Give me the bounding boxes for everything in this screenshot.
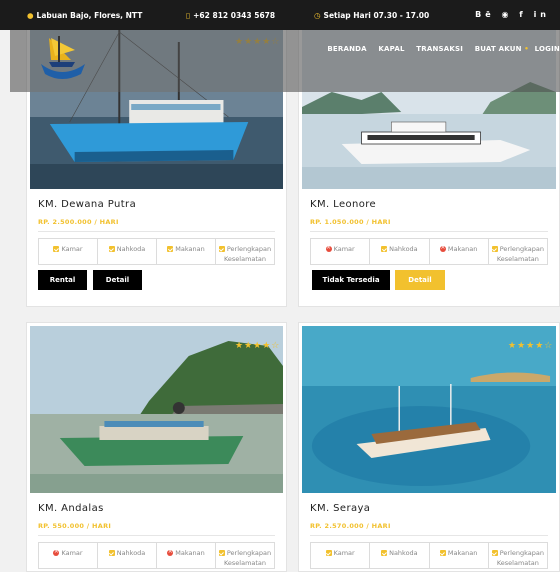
nav-beranda[interactable]: BERANDA bbox=[327, 45, 366, 53]
check-icon bbox=[218, 246, 225, 252]
feature-label: Kamar bbox=[333, 549, 355, 557]
rental-button[interactable]: Rental bbox=[38, 270, 87, 290]
check-icon bbox=[53, 246, 60, 252]
boat-card: ★★★★☆ KM. Seraya RP. 2.570.000 / HARI Ka… bbox=[298, 322, 560, 572]
main-nav: BERANDA KAPAL TRANSAKSI BUAT AKUN • LOGI… bbox=[318, 45, 560, 53]
facebook-icon[interactable]: f bbox=[519, 10, 526, 19]
divider bbox=[38, 231, 275, 232]
cross-icon bbox=[439, 243, 446, 253]
feature-item: Makanan bbox=[157, 543, 216, 568]
nav-buat-akun[interactable]: BUAT AKUN bbox=[475, 45, 522, 53]
dribbble-icon[interactable]: ◉ bbox=[502, 10, 513, 19]
feature-list: Kamar Nahkoda Makanan Perlengkapan Keselamat… bbox=[38, 542, 275, 569]
feature-item: Kamar bbox=[39, 239, 98, 264]
detail-button[interactable]: Detail bbox=[395, 270, 445, 290]
site-logo[interactable] bbox=[35, 34, 89, 86]
feature-label: Makanan bbox=[175, 549, 205, 557]
boat-title: KM. Seraya bbox=[310, 503, 371, 514]
cross-icon bbox=[325, 243, 332, 253]
social-links: Bē ◉ f in bbox=[475, 10, 550, 19]
feature-label: Keselamatan bbox=[223, 255, 267, 263]
feature-item: Nahkoda bbox=[98, 239, 157, 264]
feature-label: Perlengkapan bbox=[226, 245, 272, 253]
map-pin-icon: ● bbox=[27, 11, 34, 20]
feature-label: Nahkoda bbox=[116, 549, 146, 557]
check-icon bbox=[167, 246, 174, 252]
feature-label: Perlengkapan bbox=[499, 245, 545, 253]
divider bbox=[38, 535, 275, 536]
star-rating: ★★★★☆ bbox=[235, 341, 281, 351]
feature-label: Kamar bbox=[333, 245, 355, 253]
feature-item: Makanan bbox=[430, 543, 489, 568]
feature-label: Kamar bbox=[61, 549, 83, 557]
check-icon bbox=[381, 550, 388, 556]
feature-label: Makanan bbox=[175, 245, 205, 253]
divider bbox=[310, 535, 548, 536]
feature-item: Perlengkapan Keselamatan bbox=[489, 239, 547, 264]
clock-icon: ◷ bbox=[314, 11, 321, 20]
feature-item: Perlengkapan Keselamatan bbox=[489, 543, 547, 568]
unavailable-button[interactable]: Tidak Tersedia bbox=[312, 270, 390, 290]
boat-price: RP. 1.050.000 / HARI bbox=[310, 218, 391, 226]
navbar: BERANDA KAPAL TRANSAKSI BUAT AKUN • LOGI… bbox=[10, 30, 560, 92]
nav-separator: • bbox=[524, 45, 529, 53]
boat-price: RP. 550.000 / HARI bbox=[38, 522, 112, 530]
feature-item: Kamar bbox=[311, 543, 371, 568]
boat-title: KM. Leonore bbox=[310, 199, 377, 210]
star-rating: ★★★★☆ bbox=[508, 341, 554, 351]
check-icon bbox=[439, 550, 446, 556]
check-icon bbox=[381, 246, 388, 252]
check-icon bbox=[491, 246, 498, 252]
divider bbox=[310, 231, 548, 232]
feature-item: Perlengkapan Keselamatan bbox=[216, 239, 274, 264]
check-icon bbox=[108, 550, 115, 556]
top-info-bar: ● Labuan Bajo, Flores, NTT ▯ +62 812 0343 … bbox=[0, 0, 560, 30]
check-icon bbox=[491, 550, 498, 556]
feature-label: Perlengkapan bbox=[226, 549, 272, 557]
feature-item: Makanan bbox=[430, 239, 489, 264]
linkedin-icon[interactable]: in bbox=[534, 10, 550, 19]
detail-button[interactable]: Detail bbox=[93, 270, 142, 290]
feature-list: Kamar Nahkoda Makanan Perlengkapan Keselamat… bbox=[310, 542, 548, 569]
feature-item: Perlengkapan Keselamatan bbox=[216, 543, 274, 568]
feature-label: Nahkoda bbox=[116, 245, 146, 253]
feature-item: Kamar bbox=[311, 239, 371, 264]
cross-icon bbox=[53, 547, 60, 557]
feature-item: Kamar bbox=[39, 543, 98, 568]
boat-price: RP. 2.570.000 / HARI bbox=[310, 522, 391, 530]
feature-label: Keselamatan bbox=[496, 255, 539, 263]
boat-photo[interactable] bbox=[30, 326, 283, 493]
phone-info[interactable]: ▯ +62 812 0343 5678 bbox=[186, 11, 275, 20]
feature-item: Makanan bbox=[157, 239, 216, 264]
nav-login[interactable]: LOGIN bbox=[535, 45, 560, 53]
nav-kapal[interactable]: KAPAL bbox=[378, 45, 404, 53]
boat-price: RP. 2.500.000 / HARI bbox=[38, 218, 119, 226]
boat-title: KM. Andalas bbox=[38, 503, 104, 514]
boat-title: KM. Dewana Putra bbox=[38, 199, 137, 210]
boat-photo[interactable] bbox=[302, 326, 556, 493]
feature-item: Nahkoda bbox=[370, 543, 430, 568]
feature-label: Keselamatan bbox=[496, 559, 539, 567]
check-icon bbox=[218, 550, 225, 556]
nav-transaksi[interactable]: TRANSAKSI bbox=[416, 45, 463, 53]
feature-item: Nahkoda bbox=[370, 239, 430, 264]
feature-label: Perlengkapan bbox=[499, 549, 545, 557]
feature-item: Nahkoda bbox=[98, 543, 157, 568]
feature-label: Nahkoda bbox=[389, 549, 418, 557]
feature-label: Kamar bbox=[61, 245, 83, 253]
hours-info: ◷ Setiap Hari 07.30 - 17.00 bbox=[314, 11, 430, 20]
feature-list: Kamar Nahkoda Makanan Perlengkapan Keselamat… bbox=[310, 238, 548, 265]
phone-icon: ▯ bbox=[186, 11, 191, 20]
feature-label: Nahkoda bbox=[389, 245, 418, 253]
boat-card: ★★★★☆ KM. Andalas RP. 550.000 / HARI Kam… bbox=[26, 322, 287, 572]
feature-label: Keselamatan bbox=[223, 559, 267, 567]
behance-icon[interactable]: Bē bbox=[475, 10, 495, 19]
cross-icon bbox=[167, 547, 174, 557]
feature-label: Makanan bbox=[447, 549, 478, 557]
check-icon bbox=[108, 246, 115, 252]
feature-list: Kamar Nahkoda Makanan Perlengkapan Keselamat… bbox=[38, 238, 275, 265]
location-info: ● Labuan Bajo, Flores, NTT bbox=[27, 11, 143, 20]
check-icon bbox=[325, 550, 332, 556]
feature-label: Makanan bbox=[447, 245, 478, 253]
